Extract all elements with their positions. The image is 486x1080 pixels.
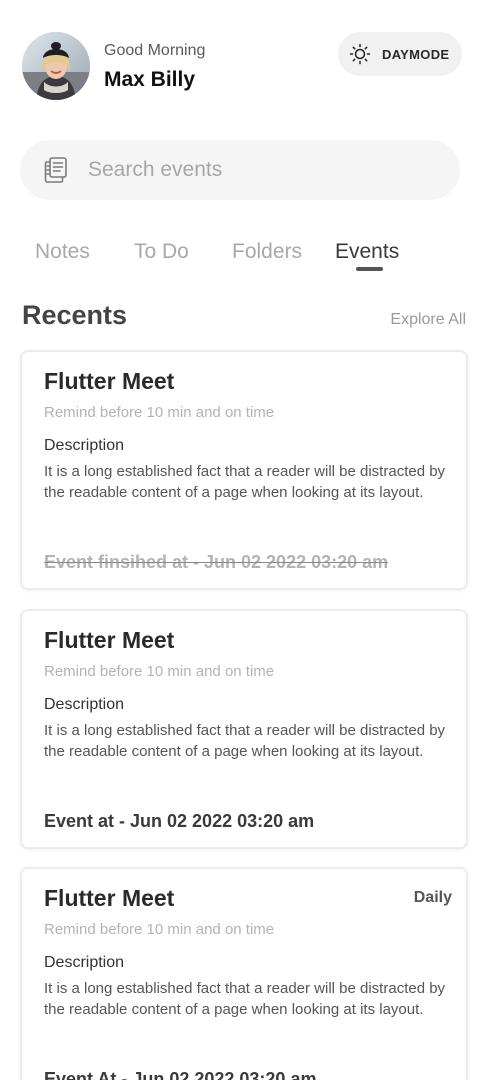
description-label: Description: [44, 696, 125, 713]
tab-todo[interactable]: To Do: [134, 240, 189, 264]
avatar[interactable]: [22, 32, 90, 100]
notes-stack-icon: [42, 156, 70, 184]
event-card[interactable]: Flutter Meet Remind before 10 min and on…: [20, 350, 468, 590]
user-name: Max Billy: [104, 68, 196, 91]
event-time: Event At - Jun 02 2022 03:20 am: [44, 1069, 317, 1080]
event-description: It is a long established fact that a rea…: [44, 722, 446, 760]
event-description: It is a long established fact that a rea…: [44, 463, 446, 501]
event-card[interactable]: Flutter Meet Remind before 10 min and on…: [20, 609, 468, 849]
tab-notes[interactable]: Notes: [35, 240, 90, 264]
explore-all-link[interactable]: Explore All: [390, 311, 466, 329]
event-title: Flutter Meet: [44, 627, 175, 653]
event-reminder: Remind before 10 min and on time: [44, 404, 275, 421]
repeat-badge: Daily: [413, 889, 452, 906]
event-title: Flutter Meet: [44, 885, 175, 911]
tab-folders[interactable]: Folders: [232, 240, 302, 264]
tab-events-label: Events: [335, 240, 400, 263]
sun-icon: [348, 42, 372, 66]
search-input[interactable]: [88, 158, 408, 182]
description-label: Description: [44, 437, 125, 454]
event-card[interactable]: Flutter Meet Daily Remind before 10 min …: [20, 867, 468, 1080]
event-time: Event at - Jun 02 2022 03:20 am: [44, 811, 315, 831]
search-bar[interactable]: [20, 140, 460, 200]
event-reminder: Remind before 10 min and on time: [44, 921, 275, 938]
daymode-label: DAYMODE: [382, 46, 450, 62]
description-label: Description: [44, 954, 125, 971]
active-tab-indicator: [356, 267, 383, 271]
event-reminder: Remind before 10 min and on time: [44, 663, 275, 680]
event-title: Flutter Meet: [44, 368, 175, 394]
section-title: Recents: [22, 300, 128, 330]
daymode-toggle[interactable]: DAYMODE: [338, 32, 462, 76]
greeting-text: Good Morning: [104, 42, 206, 59]
event-description: It is a long established fact that a rea…: [44, 980, 446, 1018]
header: Good Morning Max Billy DAYMODE: [22, 32, 462, 102]
event-time: Event finsihed at - Jun 02 2022 03:20 am: [44, 552, 389, 572]
tab-events[interactable]: Events: [335, 240, 400, 271]
